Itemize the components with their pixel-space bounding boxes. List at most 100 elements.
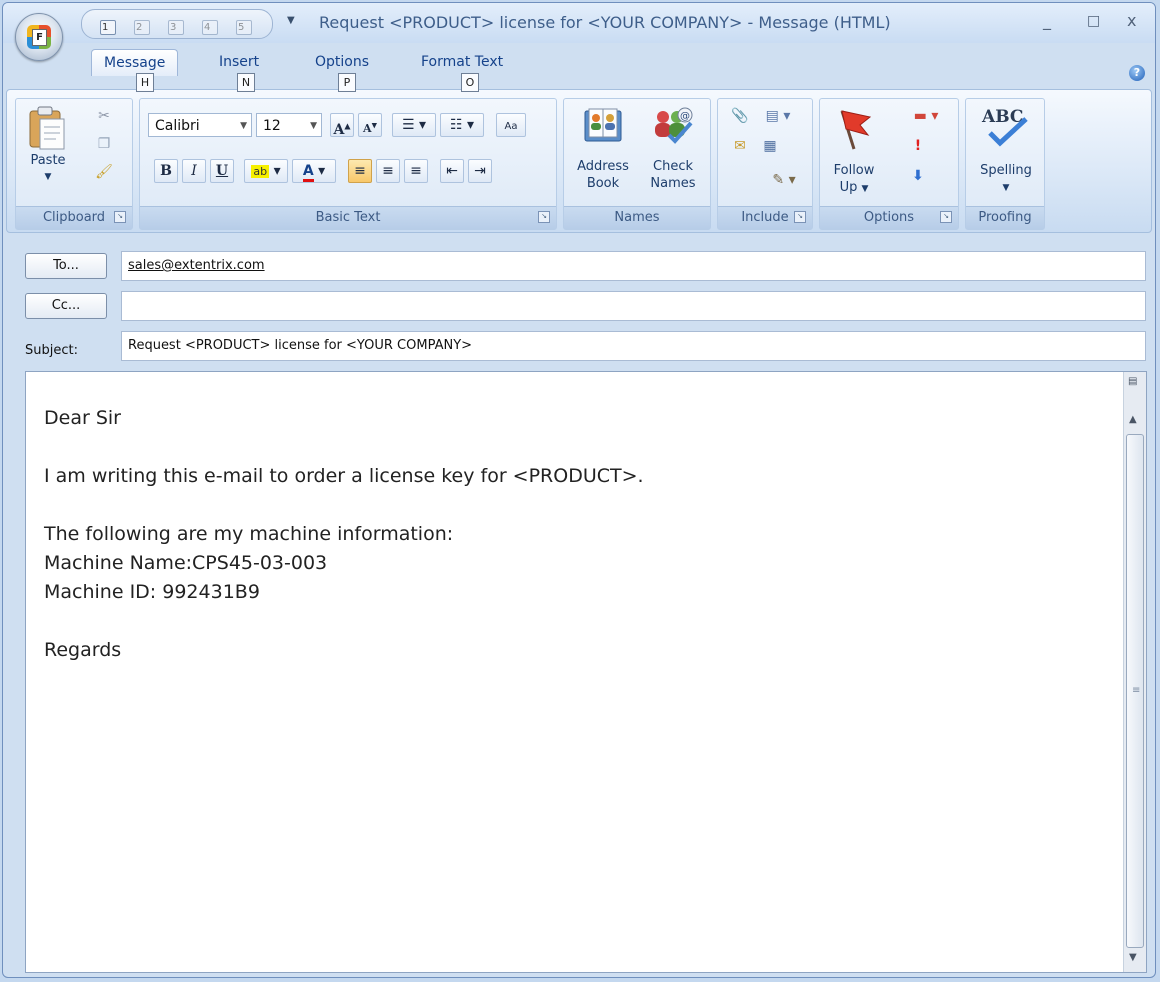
subject-label: Subject: bbox=[25, 343, 78, 358]
qat-next-button[interactable]: 5 bbox=[236, 16, 254, 35]
font-color-icon: A bbox=[302, 163, 314, 182]
tab-options[interactable]: Options bbox=[303, 49, 381, 75]
options-label-text: Options bbox=[863, 210, 915, 225]
proofing-group-label: Proofing bbox=[966, 206, 1044, 229]
body-line bbox=[44, 607, 644, 636]
basic-text-group-label: Basic Text bbox=[140, 206, 556, 229]
include-launcher-icon[interactable]: ↘ bbox=[794, 211, 806, 223]
tab-insert[interactable]: Insert bbox=[207, 49, 271, 75]
basic-text-launcher-icon[interactable]: ↘ bbox=[538, 211, 550, 223]
shrink-font-icon: A▼ bbox=[363, 120, 377, 135]
attach-file-button[interactable]: 📎 bbox=[728, 105, 752, 127]
tab-options-keytip: P bbox=[338, 73, 356, 92]
high-importance-button[interactable]: ! bbox=[906, 135, 930, 157]
body-line: Machine ID: 992431B9 bbox=[44, 581, 260, 603]
proofing-group: ABC Spelling ▼ Proofing bbox=[965, 98, 1045, 230]
align-left-button[interactable]: ≡ bbox=[348, 159, 372, 183]
names-group: Address Book @ Check Names Names bbox=[563, 98, 711, 230]
chevron-down-icon: ▼ bbox=[240, 121, 247, 131]
body-line: Machine Name:CPS45-03-003 bbox=[44, 552, 328, 574]
business-card-button[interactable]: ▤ ▾ bbox=[758, 105, 798, 127]
styles-button[interactable]: Aa bbox=[496, 113, 526, 137]
message-body[interactable]: Dear Sir I am writing this e-mail to ord… bbox=[25, 371, 1147, 973]
underline-button[interactable]: U bbox=[210, 159, 234, 183]
minimize-button[interactable]: _ bbox=[1043, 11, 1051, 30]
align-right-button[interactable]: ≡ bbox=[404, 159, 428, 183]
to-button[interactable]: To... bbox=[25, 253, 107, 279]
highlight-button[interactable]: ab ▾ bbox=[244, 159, 288, 183]
paste-icon bbox=[29, 106, 65, 150]
address-book-button[interactable]: Address Book bbox=[570, 103, 636, 199]
copy-button[interactable]: ❐ bbox=[92, 133, 116, 155]
chevron-down-icon: ▼ bbox=[1002, 183, 1010, 193]
scroll-up-icon[interactable]: ▲ bbox=[1129, 414, 1137, 425]
grow-font-button[interactable]: A▲ bbox=[330, 113, 354, 138]
attach-item-button[interactable]: ✉ bbox=[728, 135, 752, 157]
subject-field[interactable]: Request <PRODUCT> license for <YOUR COMP… bbox=[121, 331, 1146, 361]
chevron-down-icon: ▼ bbox=[310, 121, 317, 131]
signature-button[interactable]: ✎ ▾ bbox=[764, 169, 804, 191]
body-line bbox=[44, 433, 644, 462]
qat-undo-button[interactable]: 2 bbox=[134, 16, 152, 35]
quick-access-toolbar: 1 2 3 4 5 bbox=[81, 9, 273, 39]
check-names-button[interactable]: @ Check Names bbox=[640, 103, 706, 199]
include-group: 📎 ▤ ▾ ✉ ▦ ✎ ▾ Include ↘ bbox=[717, 98, 813, 230]
numbering-button[interactable]: ☷ ▾ bbox=[440, 113, 484, 137]
office-button[interactable]: F bbox=[15, 13, 63, 61]
help-icon[interactable]: ? bbox=[1129, 65, 1145, 81]
tab-message[interactable]: Message bbox=[91, 49, 179, 76]
clipboard-label-text: Clipboard bbox=[42, 210, 106, 225]
check-names-label-1: Check bbox=[653, 159, 693, 174]
scroll-down-icon[interactable]: ▼ bbox=[1129, 952, 1137, 963]
options-launcher-icon[interactable]: ↘ bbox=[940, 211, 952, 223]
scrollbar-thumb[interactable]: ≡ bbox=[1126, 434, 1144, 948]
address-book-label-2: Book bbox=[586, 176, 620, 191]
vertical-scrollbar[interactable]: ▤ ▲ ≡ ▼ bbox=[1123, 372, 1146, 972]
message-body-text: Dear Sir I am writing this e-mail to ord… bbox=[44, 404, 644, 665]
italic-button[interactable]: I bbox=[182, 159, 206, 183]
calendar-button[interactable]: ▦ bbox=[758, 135, 782, 157]
paperclip-icon: 📎 bbox=[731, 108, 749, 124]
cut-button[interactable]: ✂ bbox=[92, 105, 116, 127]
qat-keytip: 2 bbox=[136, 22, 143, 33]
qat-save-button[interactable]: 1 bbox=[100, 16, 118, 35]
calendar-icon: ▦ bbox=[763, 138, 777, 154]
tab-format-text[interactable]: Format Text bbox=[409, 49, 515, 75]
clipboard-launcher-icon[interactable]: ↘ bbox=[114, 211, 126, 223]
business-card-icon: ▤ ▾ bbox=[765, 108, 791, 124]
format-painter-button[interactable]: 🖌 bbox=[92, 161, 116, 183]
close-button[interactable]: x bbox=[1127, 11, 1136, 30]
qat-previous-button[interactable]: 4 bbox=[202, 16, 220, 35]
to-recipient: sales@extentrix.com bbox=[128, 258, 265, 273]
paste-dropdown-icon: ▼ bbox=[44, 172, 52, 182]
decrease-indent-button[interactable]: ⇤ bbox=[440, 159, 464, 183]
envelope-clip-icon: ✉ bbox=[734, 138, 746, 154]
ruler-toggle-icon[interactable]: ▤ bbox=[1128, 376, 1140, 392]
decrease-indent-icon: ⇤ bbox=[446, 163, 458, 179]
ribbon: Paste ▼ ✂ ❐ 🖌 Clipboard ↘ Calibri ▼ 12 ▼… bbox=[6, 89, 1152, 233]
maximize-button[interactable]: □ bbox=[1087, 13, 1100, 29]
low-importance-button[interactable]: ⬇ bbox=[906, 165, 930, 187]
shrink-font-button[interactable]: A▼ bbox=[358, 113, 382, 137]
font-color-button[interactable]: A ▾ bbox=[292, 159, 336, 183]
bullets-button[interactable]: ☰ ▾ bbox=[392, 113, 436, 137]
body-line: I am writing this e-mail to order a lice… bbox=[44, 465, 644, 487]
font-size-combo[interactable]: 12 ▼ bbox=[256, 113, 322, 137]
increase-indent-button[interactable]: ⇥ bbox=[468, 159, 492, 183]
to-field[interactable]: sales@extentrix.com bbox=[121, 251, 1146, 281]
qat-customize-dropdown-icon[interactable]: ▼ bbox=[287, 15, 295, 26]
cc-button[interactable]: Cc... bbox=[25, 293, 107, 319]
align-center-button[interactable]: ≡ bbox=[376, 159, 400, 183]
cc-field[interactable] bbox=[121, 291, 1146, 321]
font-name-combo[interactable]: Calibri ▼ bbox=[148, 113, 252, 137]
categorize-button[interactable]: ▬ ▾ bbox=[906, 105, 946, 127]
qat-redo-button[interactable]: 3 bbox=[168, 16, 186, 35]
copy-icon: ❐ bbox=[97, 136, 111, 152]
spelling-button[interactable]: ABC Spelling ▼ bbox=[970, 103, 1042, 199]
basic-text-label-text: Basic Text bbox=[315, 210, 381, 225]
font-size-value: 12 bbox=[263, 118, 281, 134]
tab-message-keytip: H bbox=[136, 73, 154, 92]
follow-up-button[interactable]: Follow Up ▼ bbox=[824, 103, 884, 199]
paste-button[interactable]: Paste ▼ bbox=[22, 103, 74, 187]
bold-button[interactable]: B bbox=[154, 159, 178, 183]
